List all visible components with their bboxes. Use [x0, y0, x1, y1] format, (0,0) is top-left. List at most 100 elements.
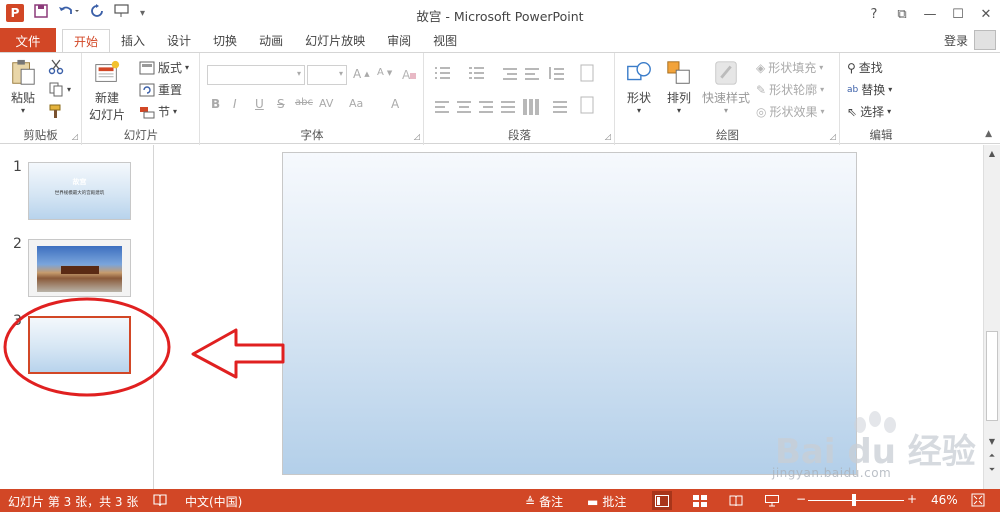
slide-thumbnail-1[interactable]: 故宫 世界规模最大的宫殿建筑: [28, 162, 131, 220]
tab-insert[interactable]: 插入: [110, 28, 156, 52]
maximize-button[interactable]: ☐: [944, 0, 972, 28]
copy-icon: [49, 82, 63, 97]
effects-icon: ◎: [756, 104, 767, 119]
strikethrough-button[interactable]: abc: [295, 97, 313, 108]
shapes-button[interactable]: 形状 ▾: [624, 59, 654, 115]
select-button[interactable]: ⇖ 选择 ▾: [847, 103, 891, 120]
shapes-dropdown-icon: ▾: [636, 106, 641, 115]
shape-effects-label: 形状效果: [769, 105, 818, 119]
spell-check-icon[interactable]: [153, 493, 167, 507]
shape-fill-dropdown-icon: ▾: [819, 63, 824, 72]
tab-home[interactable]: 开始: [62, 29, 111, 53]
tab-review[interactable]: 审阅: [376, 28, 422, 52]
vertical-scrollbar[interactable]: ▲ ▼ ⏶ ⏷: [983, 145, 1000, 489]
notes-button[interactable]: ≜ 备注: [525, 493, 563, 510]
clear-format-icon[interactable]: A: [401, 67, 417, 81]
thumb-number-2: 2: [13, 236, 22, 252]
scroll-up-icon[interactable]: ▲: [984, 147, 1000, 161]
scroll-down-icon[interactable]: ▼: [984, 435, 1000, 449]
tab-view[interactable]: 视图: [422, 28, 468, 52]
bold-button[interactable]: B: [211, 97, 220, 111]
italic-button[interactable]: I: [233, 97, 237, 111]
reset-button[interactable]: 重置: [139, 81, 182, 98]
shape-effects-dropdown-icon: ▾: [820, 107, 825, 116]
slide-thumbnail-3[interactable]: [28, 316, 131, 374]
font-family-combo[interactable]: ▾: [207, 65, 305, 85]
title-bar: P ▾ 故宫 - Microsoft PowerPoint ? ⧉ — ☐ ✕: [0, 0, 1000, 28]
grow-font-button[interactable]: A ▲: [353, 67, 370, 81]
account-icon[interactable]: [974, 30, 996, 50]
group-font: ▾ ▾ A ▲ A ▼ A B I U S abc AV Aa A 字体 ◿: [201, 53, 424, 145]
char-spacing-button[interactable]: AV: [319, 97, 333, 110]
font-size-combo[interactable]: ▾: [307, 65, 347, 85]
shapes-label: 形状: [626, 91, 651, 105]
tab-transitions[interactable]: 切换: [202, 28, 248, 52]
normal-view-button[interactable]: [652, 491, 672, 510]
change-case-button[interactable]: Aa: [349, 97, 363, 110]
replace-button[interactable]: ab 替换 ▾: [847, 81, 892, 98]
current-slide-canvas[interactable]: [282, 152, 857, 475]
previous-slide-icon[interactable]: ⏶: [984, 449, 1000, 463]
zoom-in-button[interactable]: +: [907, 492, 917, 506]
slide-sorter-button[interactable]: [690, 491, 710, 510]
editing-group-label: 编辑: [869, 128, 893, 142]
tab-design[interactable]: 设计: [156, 28, 202, 52]
clipboard-launcher-icon[interactable]: ◿: [72, 132, 78, 141]
quick-styles-button[interactable]: 快速样式 ▾: [702, 59, 750, 115]
watermark-url: jingyan.baidu.com: [772, 466, 892, 480]
scrollbar-thumb[interactable]: [986, 331, 998, 421]
underline-button[interactable]: U: [255, 97, 264, 111]
next-slide-icon[interactable]: ⏷: [984, 463, 1000, 477]
layout-button[interactable]: 版式 ▾: [139, 59, 189, 76]
shape-outline-button[interactable]: ✎ 形状轮廓 ▾: [756, 81, 824, 98]
shadow-button[interactable]: S: [277, 97, 285, 111]
format-painter-button[interactable]: [48, 103, 64, 119]
close-button[interactable]: ✕: [972, 0, 1000, 28]
thumb-1-title: 故宫: [72, 178, 87, 186]
section-button[interactable]: 节 ▾: [139, 103, 177, 120]
quick-styles-dropdown-icon: ▾: [724, 106, 729, 115]
minimize-button[interactable]: —: [916, 0, 944, 28]
drawing-launcher-icon[interactable]: ◿: [830, 132, 836, 141]
zoom-slider[interactable]: [808, 500, 904, 501]
language-indicator[interactable]: 中文(中国): [185, 493, 242, 510]
paragraph-launcher-icon[interactable]: ◿: [605, 132, 611, 141]
reading-view-button[interactable]: [726, 491, 746, 510]
login-link[interactable]: 登录: [944, 32, 968, 49]
font-color-button[interactable]: A: [391, 97, 399, 111]
copy-button[interactable]: ▾: [48, 81, 71, 97]
slide-info: 幻灯片 第 3 张，共 3 张: [8, 495, 139, 509]
fit-to-window-icon[interactable]: [971, 493, 985, 507]
shape-fill-button[interactable]: ◈ 形状填充 ▾: [756, 59, 823, 76]
shrink-font-button[interactable]: A ▼: [377, 67, 392, 78]
slideshow-button[interactable]: [762, 491, 782, 510]
select-label: 选择: [860, 105, 885, 119]
slide-thumbnail-2[interactable]: [28, 239, 131, 297]
shape-outline-dropdown-icon: ▾: [820, 85, 825, 94]
help-button[interactable]: ?: [860, 0, 888, 28]
find-button[interactable]: ⚲ 查找: [847, 59, 883, 76]
cut-icon: [48, 59, 64, 75]
shape-effects-button[interactable]: ◎ 形状效果 ▾: [756, 103, 825, 120]
zoom-out-button[interactable]: −: [796, 492, 806, 506]
font-launcher-icon[interactable]: ◿: [414, 132, 420, 141]
tab-animations[interactable]: 动画: [248, 28, 294, 52]
cut-button[interactable]: [48, 59, 64, 75]
powerpoint-window: P ▾ 故宫 - Microsoft PowerPoint ? ⧉ — ☐ ✕: [0, 0, 1000, 512]
paragraph-tools-icon[interactable]: [431, 63, 611, 123]
pen-outline-icon: ✎: [756, 82, 767, 97]
thumb-1-subtitle: 世界规模最大的宫殿建筑: [54, 191, 105, 196]
tab-slideshow[interactable]: 幻灯片放映: [294, 28, 376, 52]
paste-dropdown-icon: ▾: [20, 106, 25, 115]
new-slide-label-1: 新建: [95, 91, 120, 105]
zoom-slider-thumb[interactable]: [852, 494, 856, 506]
ribbon-display-button[interactable]: ⧉: [888, 0, 916, 28]
arrange-button[interactable]: 排列 ▾: [664, 59, 694, 115]
new-slide-button[interactable]: 新建 幻灯片: [89, 59, 125, 123]
zoom-level[interactable]: 46%: [931, 493, 958, 507]
tab-file[interactable]: 文件: [0, 28, 56, 52]
comments-button[interactable]: ▬ 批注: [587, 493, 626, 510]
paste-button[interactable]: 粘贴 ▾: [8, 59, 38, 115]
status-bar: 幻灯片 第 3 张，共 3 张 中文(中国) ≜ 备注 ▬ 批注 − + 46%: [0, 489, 1000, 512]
collapse-ribbon-icon[interactable]: ▲: [985, 129, 992, 139]
